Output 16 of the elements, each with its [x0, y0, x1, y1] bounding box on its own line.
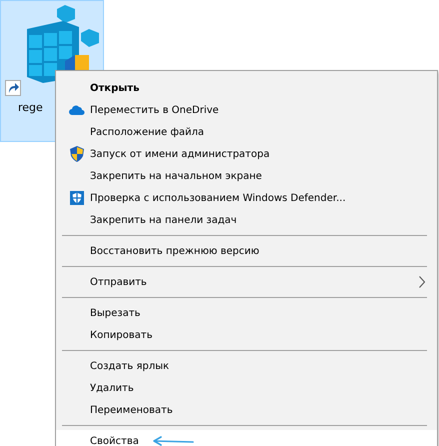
menu-item[interactable]: Проверка с использованием Windows Defender...: [56, 187, 437, 209]
cloud-icon: [69, 105, 85, 115]
icon-label: rege: [18, 101, 43, 114]
menu-item[interactable]: Удалить: [56, 377, 437, 399]
menu-item[interactable]: Закрепить на панели задач: [56, 209, 437, 231]
menu-item[interactable]: Вырезать: [56, 302, 437, 324]
menu-item[interactable]: Свойства: [56, 430, 437, 446]
menu-item[interactable]: Создать ярлык: [56, 355, 437, 377]
defender-shield-icon: [70, 191, 84, 205]
menu-item[interactable]: Закрепить на начальном экране: [56, 165, 437, 187]
menu-item[interactable]: Восстановить прежнюю версию: [56, 240, 437, 262]
menu-item[interactable]: Запуск от имени администратора: [56, 143, 437, 165]
menu-item[interactable]: Переименовать: [56, 399, 437, 421]
menu-item[interactable]: Копировать: [56, 324, 437, 346]
menu-item[interactable]: Отправить: [56, 271, 437, 293]
shield-icon: [70, 146, 84, 162]
